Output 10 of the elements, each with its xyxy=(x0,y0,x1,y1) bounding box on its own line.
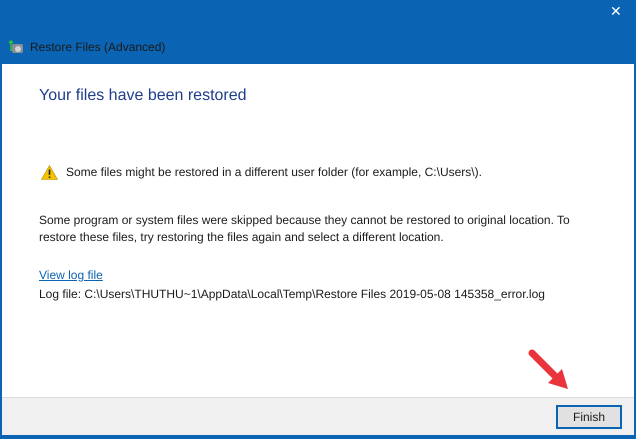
message-text: Some program or system files were skipped because they cannot be restored to original location. To restore these files, try restoring the files again and select a different location. xyxy=(39,212,571,246)
window-title: Restore Files (Advanced) xyxy=(30,39,166,56)
heading: Your files have been restored xyxy=(39,86,248,106)
warning-icon xyxy=(41,164,58,180)
warning-text: Some files might be restored in a different user folder (for example, C:\Users\). xyxy=(66,164,482,181)
restore-icon xyxy=(8,39,24,55)
view-log-link[interactable]: View log file xyxy=(39,266,103,284)
log-file-path: Log file: C:\Users\THUTHU~1\AppData\Local\Temp\Restore Files 2019-05-08 145358_error.log xyxy=(39,286,546,303)
finish-button[interactable]: Finish xyxy=(556,404,622,428)
close-button[interactable]: ✕ xyxy=(606,4,626,18)
